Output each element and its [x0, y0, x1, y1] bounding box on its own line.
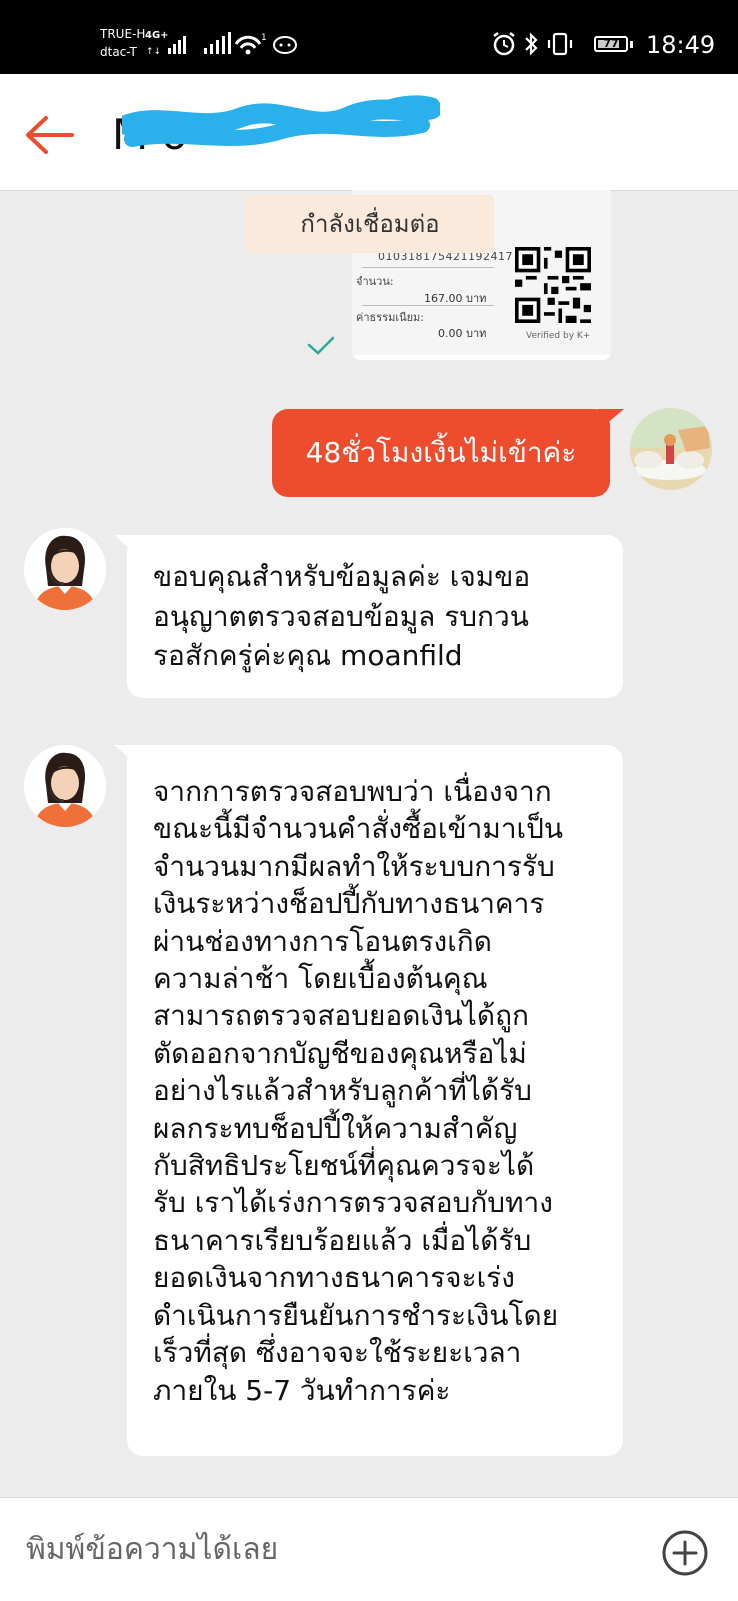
- redaction-scribble: [122, 95, 440, 147]
- battery-tip: [630, 41, 633, 48]
- message-line: ความล่าช้า โดยเบื้องต้นคุณ: [153, 962, 488, 996]
- signal-icon: ↑↓: [146, 36, 186, 57]
- plus-circle-icon[interactable]: [660, 1528, 710, 1578]
- message-bubble-incoming[interactable]: จากการตรวจสอบพบว่า เนื่องจาก ขณะนี้มีจำน…: [127, 745, 623, 1456]
- status-bar: TRUE-H dtac-T 4G+ ↑↓ 1 77 18:49: [0, 0, 738, 74]
- message-line: เงินระหว่างช็อปปี้กับทางธนาคาร: [153, 887, 545, 921]
- message-line: ขณะนี้มีจำนวนคำสั่งซื้อเข้ามาเป็น: [153, 812, 564, 846]
- message-bubble-incoming[interactable]: ขอบคุณสำหรับข้อมูลค่ะ เจมขอ อนุญาตตรวจสอ…: [127, 535, 623, 698]
- message-input[interactable]: [26, 1530, 606, 1570]
- message-line: อย่างไรแล้วสำหรับลูกค้าที่ได้รับ: [153, 1074, 532, 1108]
- message-line: ตัดออกจากบัญชีของคุณหรือไม่: [153, 1036, 527, 1070]
- message-line: ขอบคุณสำหรับข้อมูลค่ะ เจมขอ: [153, 560, 531, 593]
- slip-fee-label: ค่าธรรมเนียม:: [356, 311, 424, 324]
- wifi-icon: 1: [234, 33, 267, 55]
- message-line: ภายใน 5-7 วันทำการค่ะ: [153, 1373, 451, 1407]
- message-line: ยอดเงินจากทางธนาคารจะเร่ง: [153, 1261, 515, 1295]
- alarm-icon: [493, 32, 515, 56]
- message-line: ดำเนินการยืนยันการชำระเงินโดย: [153, 1298, 559, 1332]
- message-line: สามารถตรวจสอบยอดเงินได้ถูก: [153, 999, 529, 1033]
- agent-avatar[interactable]: [24, 745, 106, 827]
- message-line: รับ เราได้เร่งการตรวจสอบกับทาง: [153, 1186, 553, 1220]
- carrier-secondary: dtac-T: [100, 45, 137, 59]
- message-line: จำนวนมากมีผลทำให้ระบบการรับ: [153, 849, 555, 883]
- message-line: ผ่านช่องทางการโอนตรงเกิด: [153, 924, 492, 958]
- checkmark-icon: [307, 336, 335, 355]
- battery-level: 77: [603, 37, 619, 50]
- slip-fee-value: 0.00 บาท: [438, 327, 487, 340]
- message-line: ธนาคารเรียบร้อยแล้ว เมื่อได้รับ: [153, 1223, 532, 1257]
- slip-verified-text: Verified by K+: [526, 331, 591, 341]
- agent-avatar[interactable]: [24, 528, 106, 610]
- qr-code-icon: [515, 247, 591, 323]
- message-bubble-outgoing[interactable]: 48ชั่วโมงเงิ้นไม่เข้าค่ะ: [272, 409, 610, 497]
- message-line: ผลกระทบช็อปปี้ให้ความสำคัญ: [153, 1111, 518, 1145]
- message-line: อนุญาตตรวจสอบข้อมูล รบกวน: [153, 599, 529, 633]
- bluetooth-icon: [525, 32, 538, 56]
- message-line: จากการตรวจสอบพบว่า เนื่องจาก: [153, 775, 552, 808]
- message-line: กับสิทธิประโยชน์ที่คุณควรจะได้: [153, 1149, 535, 1183]
- status-time: 18:49: [646, 31, 716, 59]
- signal-icon-2: [204, 32, 231, 54]
- carrier-primary: TRUE-H: [100, 27, 146, 41]
- notification-icon: [273, 36, 297, 54]
- back-arrow-icon[interactable]: [22, 110, 78, 160]
- user-avatar[interactable]: [630, 408, 712, 490]
- connecting-status: กำลังเชื่อมต่อ: [246, 195, 494, 253]
- battery-icon: 77: [594, 36, 628, 52]
- slip-amount-label: จำนวน:: [356, 275, 394, 288]
- svg-text:1: 1: [261, 33, 267, 43]
- message-line: รอสักครู่ค่ะคุณ moanfild: [153, 639, 463, 672]
- message-line: เร็วที่สุด ซึ่งอาจจะใช้ระยะเวลา: [153, 1336, 522, 1370]
- message-text: 48ชั่วโมงเงิ้นไม่เข้าค่ะ: [305, 436, 577, 469]
- svg-text:↑↓: ↑↓: [146, 47, 161, 57]
- vibrate-icon: [547, 32, 573, 56]
